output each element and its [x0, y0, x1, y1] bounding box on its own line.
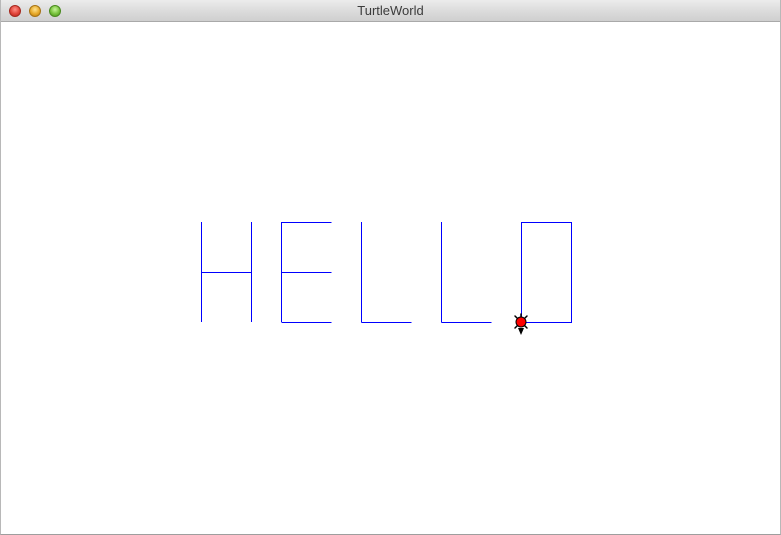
letter-l1-strokes: [361, 222, 412, 323]
letter-e-strokes: [281, 222, 332, 323]
turtle-canvas[interactable]: [1, 22, 780, 534]
letter-o-strokes: [521, 222, 572, 323]
turtleworld-window: TurtleWorld: [0, 0, 781, 535]
title-bar[interactable]: TurtleWorld: [1, 0, 780, 22]
drawing-surface: [201, 222, 572, 335]
letter-l2-strokes: [441, 222, 492, 323]
hello-drawing: [201, 222, 572, 323]
turtle-icon[interactable]: [514, 313, 528, 335]
pen-stroke: [521, 222, 572, 323]
window-title: TurtleWorld: [357, 3, 424, 18]
letter-h-strokes: [201, 222, 252, 322]
